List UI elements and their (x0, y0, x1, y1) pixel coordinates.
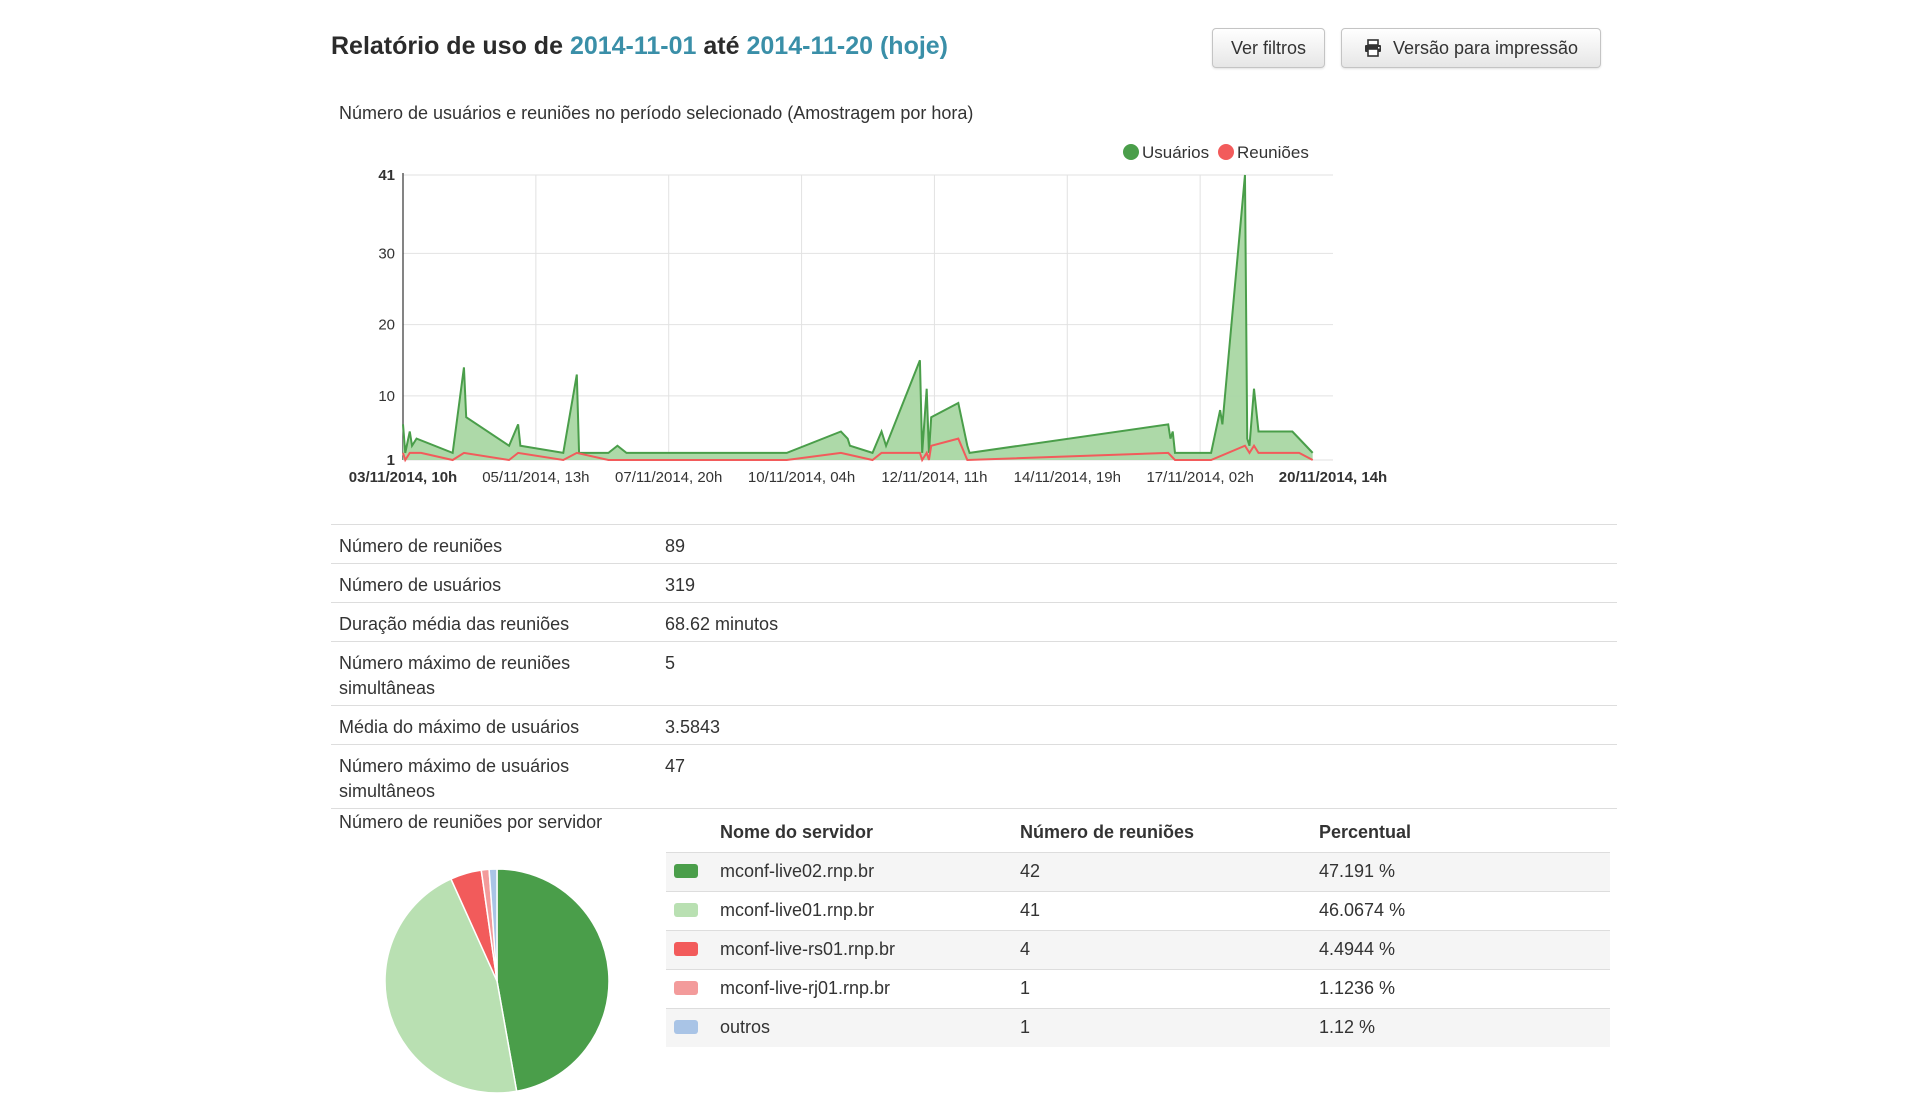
chart-title: Número de usuários e reuniões no período… (339, 103, 974, 123)
legend-swatch (674, 900, 698, 922)
y-tick-label: 10 (378, 388, 395, 405)
legend-marker (1123, 144, 1139, 160)
server-name: mconf-live01.rnp.br (720, 900, 875, 920)
x-tick-label: 07/11/2014, 20h (615, 469, 722, 486)
stats-value: 319 (665, 575, 696, 595)
stats-value: 3.5843 (665, 717, 721, 737)
stats-label: Duração média das reuniões (339, 614, 570, 634)
start-date-link[interactable]: 2014-11-01 (570, 32, 697, 60)
meeting-percent: 4.4944 % (1319, 939, 1396, 959)
x-tick-label: 12/11/2014, 11h (881, 469, 987, 486)
x-tick-label: 17/11/2014, 02h (1146, 469, 1253, 486)
stats-row: Duração média das reuniões 68.62 minutos (331, 602, 1617, 641)
y-tick-label: 20 (378, 317, 395, 334)
table-row: mconf-live01.rnp.br 41 46.0674 % (666, 891, 1610, 930)
y-tick-label: 41 (378, 167, 395, 184)
table-row: mconf-live02.rnp.br 42 47.191 % (666, 852, 1610, 891)
meeting-percent: 47.191 % (1319, 861, 1396, 881)
page-title: Relatório de uso de 2014-11-01 até 2014-… (331, 32, 948, 61)
meeting-count: 41 (1020, 900, 1041, 920)
col-header-server-name[interactable]: Nome do servidor (720, 822, 873, 843)
x-tick-label: 05/11/2014, 13h (482, 469, 589, 486)
x-tick-label: 20/11/2014, 14h (1279, 469, 1387, 486)
table-row: mconf-live-rs01.rnp.br 4 4.4944 % (666, 930, 1610, 969)
stats-row: Número de usuários 319 (331, 563, 1617, 602)
servers-pie-chart (384, 868, 610, 1094)
usage-chart: 1 10 20 30 41 03/11/2014, 10h 05/11/2014, 13h 0… (349, 143, 1387, 486)
pie-slice[interactable] (496, 868, 610, 1093)
server-name: mconf-live-rs01.rnp.br (720, 939, 896, 959)
server-name: mconf-live-rj01.rnp.br (720, 978, 891, 998)
legend-swatch (674, 978, 698, 1000)
stats-value: 47 (665, 756, 686, 776)
end-date-link[interactable]: 2014-11-20 (747, 32, 874, 60)
stats-row: Número máximo de usuários simultâneos 47 (331, 744, 1617, 808)
legend-swatch (674, 861, 698, 883)
table-row: mconf-live-rj01.rnp.br 1 1.1236 % (666, 969, 1610, 1008)
meeting-count: 4 (1020, 939, 1031, 959)
servers-table: Nome do servidor Número de reuniões Perc… (666, 814, 1610, 1047)
view-filters-label: Ver filtros (1230, 37, 1307, 58)
today-label[interactable]: (hoje) (880, 32, 948, 60)
stats-value: 5 (665, 653, 676, 673)
legend-marker (1218, 144, 1234, 160)
stats-table-end (331, 808, 1617, 809)
x-tick-label: 14/11/2014, 19h (1014, 469, 1121, 486)
meeting-percent: 1.12 % (1319, 1017, 1376, 1037)
legend-label: Usuários (1142, 143, 1209, 162)
stats-label: Número de usuários (339, 575, 502, 595)
y-tick-label: 30 (378, 245, 395, 262)
users-area (403, 175, 1313, 460)
servers-pie-caption: Número de reuniões por servidor (339, 812, 603, 832)
x-tick-label: 10/11/2014, 04h (748, 469, 855, 486)
stats-label: Média do máximo de usuários (339, 717, 580, 737)
col-header-percent[interactable]: Percentual (1319, 822, 1411, 843)
server-name: mconf-live02.rnp.br (720, 861, 875, 881)
stats-value: 68.62 minutos (665, 614, 779, 634)
users-series-line (402, 174, 1314, 455)
table-row: outros 1 1.12 % (666, 1008, 1610, 1047)
stats-table: Número de reuniões 89 Número de usuários 31… (331, 524, 1617, 809)
stats-label: Número máximo de reuniões simultâneas (339, 653, 571, 698)
stats-row: Média do máximo de usuários 3.5843 (331, 705, 1617, 744)
meeting-count: 1 (1020, 1017, 1031, 1037)
stats-value: 89 (665, 536, 686, 556)
col-header-meetings[interactable]: Número de reuniões (1020, 822, 1194, 843)
meeting-percent: 46.0674 % (1319, 900, 1406, 920)
view-filters-button[interactable]: Ver filtros (1212, 28, 1325, 68)
x-tick-label: 03/11/2014, 10h (349, 469, 457, 486)
server-name: outros (720, 1017, 771, 1037)
print-version-button[interactable]: Versão para impressão (1341, 28, 1601, 68)
title-prefix: Relatório de uso de (331, 32, 563, 60)
legend-swatch (674, 939, 698, 961)
printer-icon (1364, 39, 1382, 57)
legend-swatch (674, 1017, 698, 1039)
legend-label: Reuniões (1237, 143, 1309, 162)
meeting-count: 1 (1020, 978, 1031, 998)
servers-table-body: mconf-live02.rnp.br 42 47.191 % mconf-live0… (666, 852, 1610, 1047)
meeting-percent: 1.1236 % (1319, 978, 1396, 998)
stats-row: Número de reuniões 89 (331, 524, 1617, 563)
stats-row: Número máximo de reuniões simultâneas 5 (331, 641, 1617, 705)
y-tick-label: 1 (387, 452, 395, 469)
servers-table-header: Nome do servidor Número de reuniões Perc… (666, 814, 1610, 852)
print-version-label: Versão para impressão (1392, 37, 1579, 58)
title-connector: até (703, 32, 740, 60)
stats-label: Número máximo de usuários simultâneos (339, 756, 570, 801)
stats-label: Número de reuniões (339, 536, 503, 556)
meeting-count: 42 (1020, 861, 1041, 881)
